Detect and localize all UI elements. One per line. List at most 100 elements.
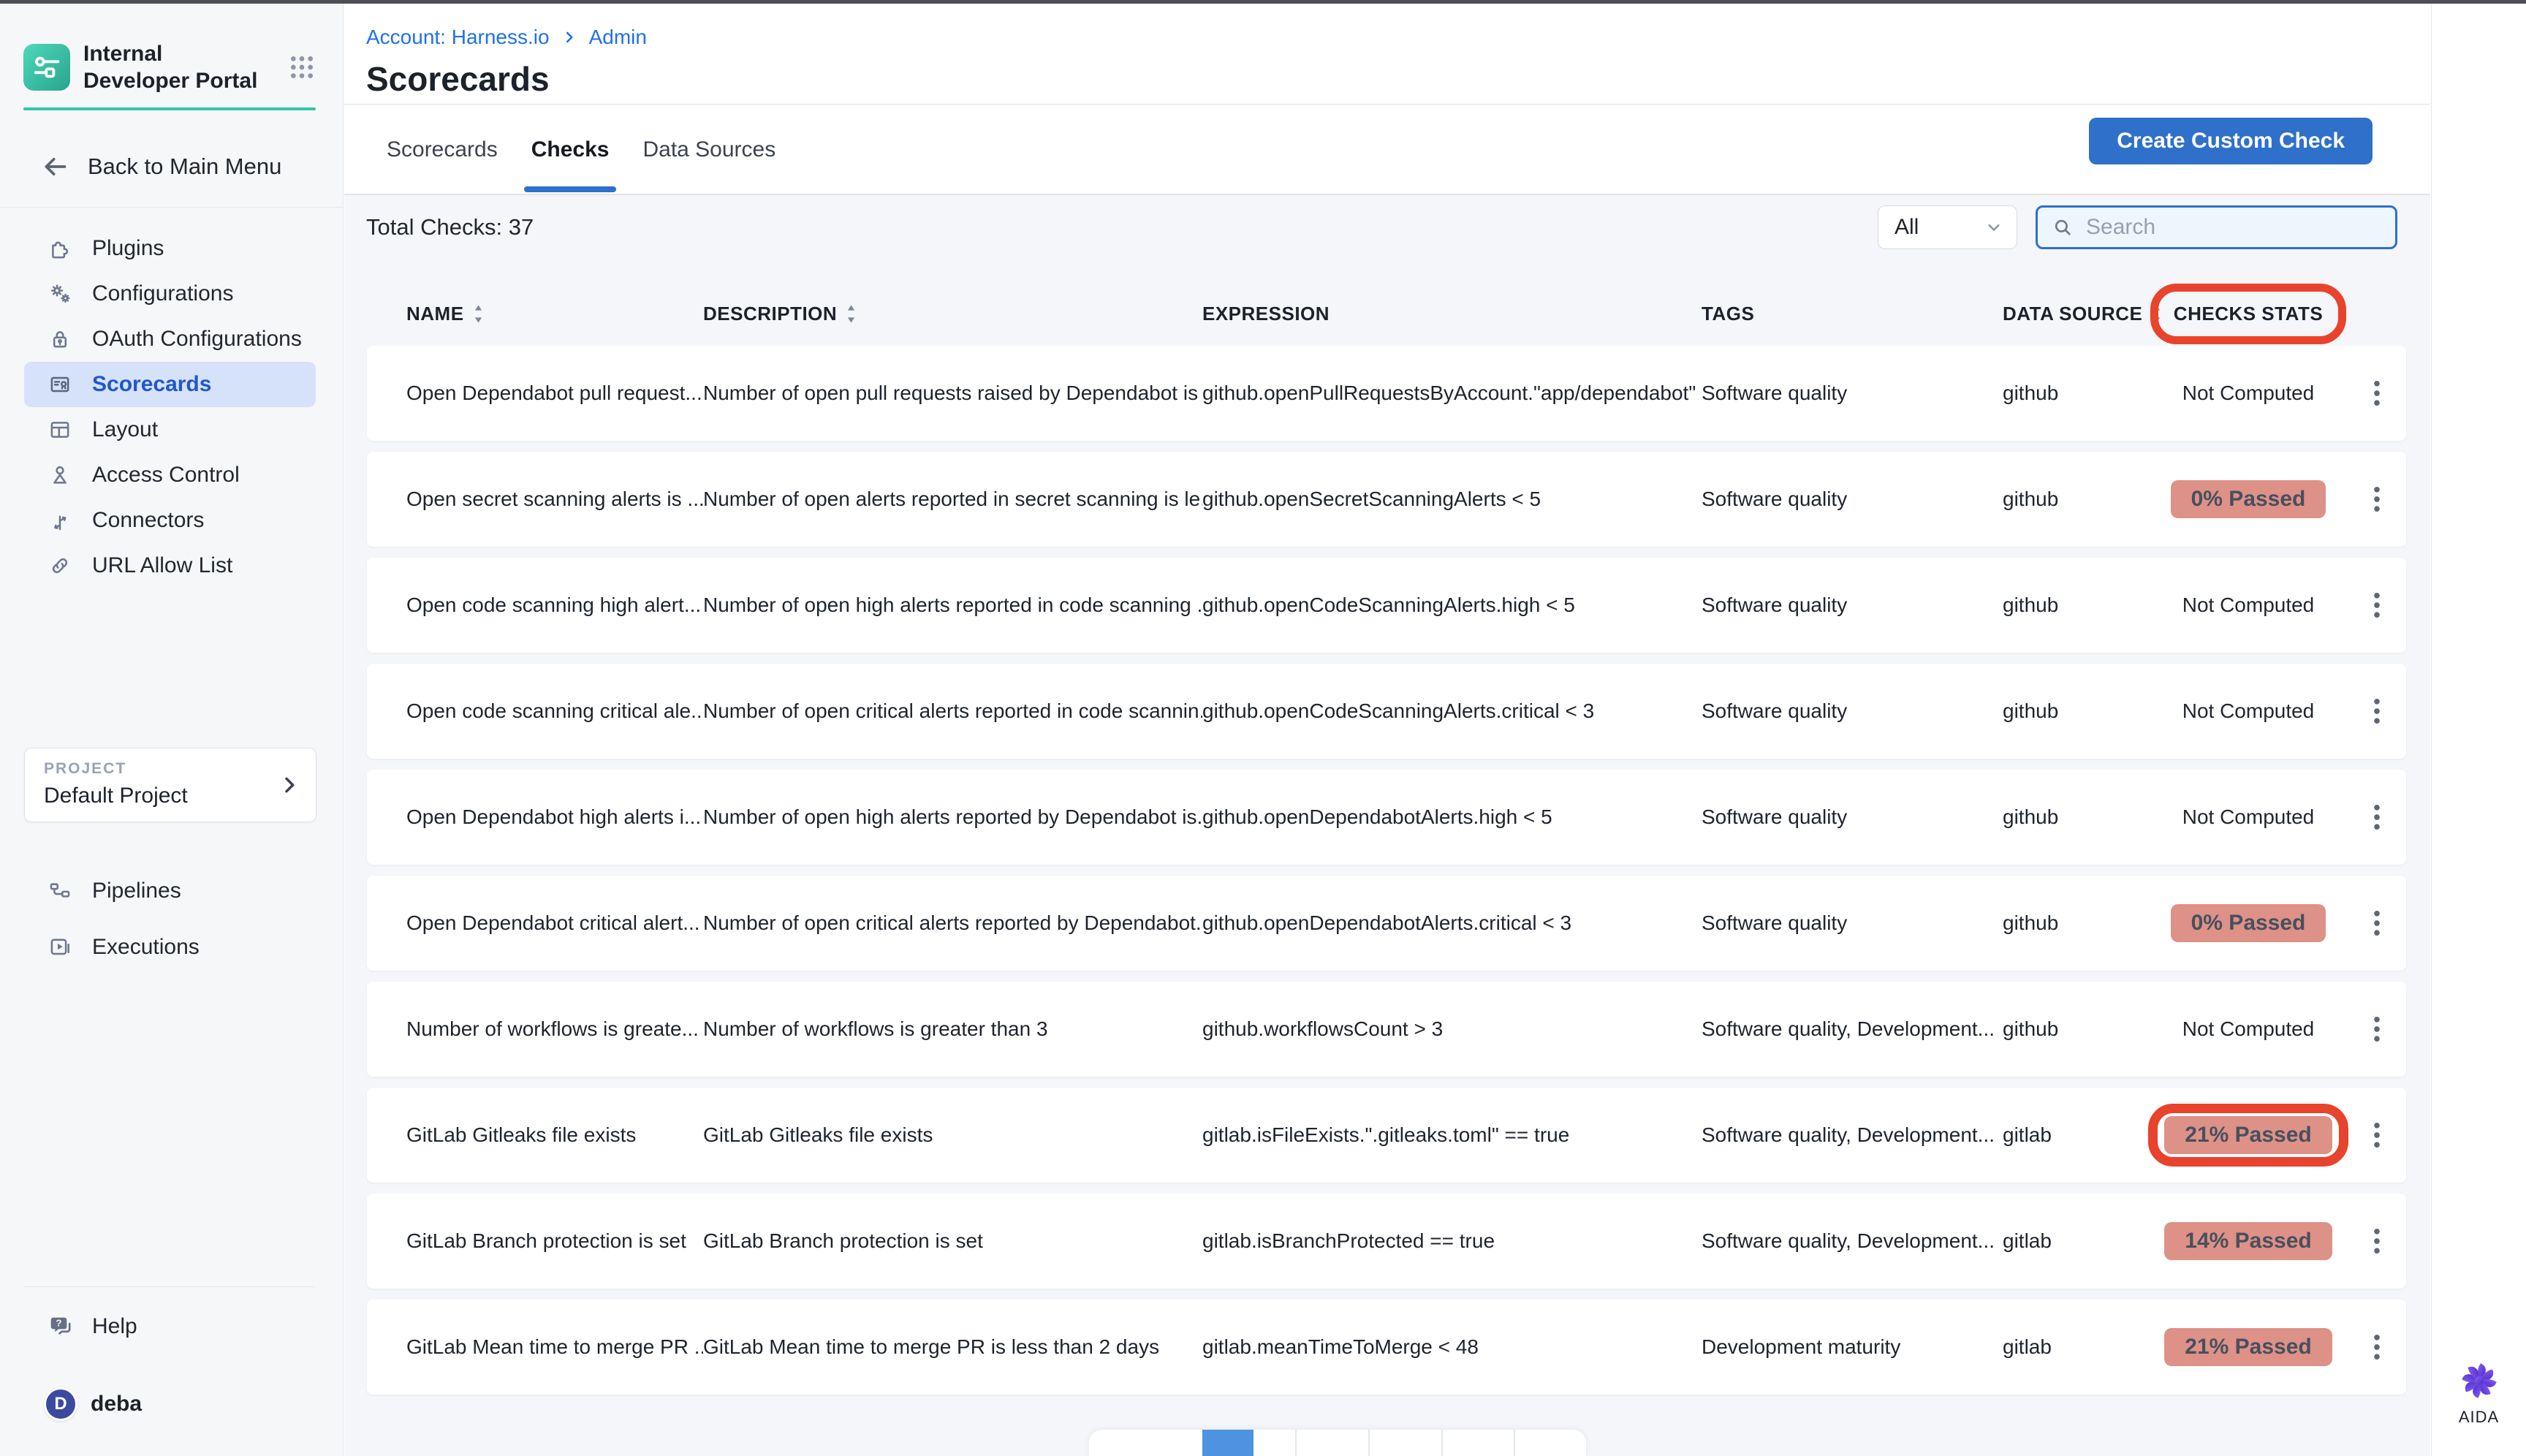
app-grid-icon[interactable] xyxy=(283,48,321,86)
kebab-menu-icon[interactable] xyxy=(2364,695,2390,727)
sidebar-item-url-allow-list[interactable]: URL Allow List xyxy=(24,543,316,588)
table-body: Open Dependabot pull request... Number of… xyxy=(367,346,2406,1406)
sidebar-item-access-control[interactable]: Access Control xyxy=(24,452,316,498)
project-selector[interactable]: PROJECT Default Project xyxy=(24,748,316,822)
table-row[interactable]: Open code scanning high alert...Number o… xyxy=(367,558,2406,653)
table-row[interactable]: Open Dependabot high alerts i...Number o… xyxy=(367,770,2406,865)
sidebar-item-scorecards[interactable]: Scorecards xyxy=(24,362,316,407)
breadcrumb-account-link[interactable]: Account: Harness.io xyxy=(366,26,550,49)
kebab-menu-icon[interactable] xyxy=(2364,377,2390,409)
cell-expression: github.openSecretScanningAlerts < 5 xyxy=(1202,488,1702,511)
tab-scorecards[interactable]: Scorecards xyxy=(387,105,498,194)
tab-data-sources[interactable]: Data Sources xyxy=(642,105,775,194)
help-button[interactable]: ? Help xyxy=(47,1312,137,1341)
sidebar-divider xyxy=(0,207,343,208)
status-text: Not Computed xyxy=(2182,805,2315,828)
cell-name: Open Dependabot high alerts i... xyxy=(367,805,703,829)
back-to-main-menu[interactable]: Back to Main Menu xyxy=(41,152,281,181)
main-panel: Account: Harness.io Admin Scorecards Sco… xyxy=(344,4,2430,1456)
column-label: DESCRIPTION xyxy=(703,303,837,325)
pagination-divider xyxy=(1368,1430,1370,1456)
tab-checks[interactable]: Checks xyxy=(531,105,610,194)
pagination-divider xyxy=(1295,1430,1297,1456)
sort-icon xyxy=(846,304,857,324)
sidebar-item-label: URL Allow List xyxy=(92,553,232,578)
kebab-menu-icon[interactable] xyxy=(2364,1013,2390,1045)
table-row[interactable]: GitLab Gitleaks file existsGitLab Gitlea… xyxy=(367,1088,2406,1183)
search-box xyxy=(2036,205,2397,249)
aida-label: AIDA xyxy=(2459,1408,2499,1427)
link-icon xyxy=(47,553,73,579)
connectors-icon xyxy=(47,507,73,534)
help-chat-icon: ? xyxy=(47,1312,76,1341)
sidebar-item-connectors[interactable]: Connectors xyxy=(24,498,316,543)
sidebar-item-configurations[interactable]: Configurations xyxy=(24,271,316,316)
sidebar-item-executions[interactable]: Executions xyxy=(24,928,316,966)
kebab-menu-icon[interactable] xyxy=(2364,589,2390,621)
cell-expression: github.openDependabotAlerts.critical < 3 xyxy=(1202,911,1702,935)
sidebar-item-label: Access Control xyxy=(92,463,240,488)
kebab-menu-icon[interactable] xyxy=(2364,1225,2390,1257)
pagination-bar xyxy=(1089,1430,1586,1456)
idp-logo-icon xyxy=(23,44,70,91)
cell-expression: github.openPullRequestsByAccount."app/de… xyxy=(1202,382,1702,405)
breadcrumb-admin-link[interactable]: Admin xyxy=(589,26,647,49)
sidebar-item-label: Configurations xyxy=(92,281,233,306)
column-header-name[interactable]: NAME xyxy=(367,303,703,325)
project-name: Default Project xyxy=(44,784,301,808)
table-row[interactable]: GitLab Mean time to merge PR ...GitLab M… xyxy=(367,1300,2406,1395)
cell-expression: github.workflowsCount > 3 xyxy=(1202,1017,1702,1041)
user-menu[interactable]: D deba xyxy=(44,1387,142,1421)
filter-select[interactable]: All xyxy=(1878,205,2017,249)
cell-tags: Software quality xyxy=(1702,805,2003,829)
table-row[interactable]: GitLab Branch protection is setGitLab Br… xyxy=(367,1194,2406,1289)
sidebar-item-label: OAuth Configurations xyxy=(92,327,302,352)
sidebar-item-plugins[interactable]: Plugins xyxy=(24,226,316,271)
cell-checks-stats: Not Computed xyxy=(2149,699,2348,723)
cell-name: Open Dependabot pull request... xyxy=(367,382,703,405)
table-row[interactable]: Open code scanning critical ale...Number… xyxy=(367,664,2406,759)
cell-expression: github.openCodeScanningAlerts.high < 5 xyxy=(1202,594,1702,617)
kebab-menu-icon[interactable] xyxy=(2364,1119,2390,1151)
create-custom-check-button[interactable]: Create Custom Check xyxy=(2089,118,2373,164)
status-text: Not Computed xyxy=(2182,1017,2315,1040)
status-badge: 21% Passed xyxy=(2164,1116,2332,1154)
sidebar-item-oauth-configurations[interactable]: OAuth Configurations xyxy=(24,316,316,362)
app-title: Internal Developer Portal xyxy=(83,40,266,94)
teal-accent-divider xyxy=(23,107,316,110)
column-header-description[interactable]: DESCRIPTION xyxy=(703,303,1202,325)
cell-data-source: github xyxy=(2003,594,2149,617)
kebab-menu-icon[interactable] xyxy=(2364,907,2390,939)
cell-data-source: github xyxy=(2003,488,2149,511)
table-row[interactable]: Open Dependabot critical alert...Number … xyxy=(367,876,2406,971)
pagination-divider xyxy=(1514,1430,1515,1456)
search-input[interactable] xyxy=(2086,215,2382,240)
table-row[interactable]: Open secret scanning alerts is ...Number… xyxy=(367,452,2406,547)
content-area: Total Checks: 37 All NAMEDESCRIPTIONEXPR… xyxy=(344,195,2430,1456)
cell-data-source: gitlab xyxy=(2003,1123,2149,1147)
kebab-menu-icon[interactable] xyxy=(2364,483,2390,515)
cell-tags: Software quality, Development... xyxy=(1702,1123,2003,1147)
sidebar-item-layout[interactable]: Layout xyxy=(24,407,316,452)
column-header-data-source[interactable]: DATA SOURCE xyxy=(2003,303,2149,325)
page-title: Scorecards xyxy=(366,59,550,99)
sidebar-item-pipelines[interactable]: Pipelines xyxy=(24,872,316,910)
cell-checks-stats: Not Computed xyxy=(2149,1017,2348,1041)
cell-description: Number of open critical alerts reported … xyxy=(703,911,1202,935)
cell-tags: Software quality, Development... xyxy=(1702,1017,2003,1041)
kebab-menu-icon[interactable] xyxy=(2364,1331,2390,1363)
breadcrumb: Account: Harness.io Admin xyxy=(366,26,647,49)
aida-assistant-button[interactable]: AIDA xyxy=(2432,1360,2526,1427)
column-label: TAGS xyxy=(1702,303,1754,325)
chevron-down-icon xyxy=(1983,216,2005,238)
cell-name: Number of workflows is greate... xyxy=(367,1017,703,1041)
cell-description: Number of open alerts reported in secret… xyxy=(703,488,1202,511)
sidebar-nav: Plugins Configurations OAuth Configuration… xyxy=(0,226,343,588)
chevron-right-icon xyxy=(278,773,301,797)
pagination-active-page[interactable] xyxy=(1202,1430,1253,1456)
sidebar-item-label: Scorecards xyxy=(92,372,211,397)
cell-checks-stats: 21% Passed xyxy=(2149,1328,2348,1366)
table-row[interactable]: Number of workflows is greate...Number o… xyxy=(367,982,2406,1077)
table-row[interactable]: Open Dependabot pull request...Number of… xyxy=(367,346,2406,441)
kebab-menu-icon[interactable] xyxy=(2364,801,2390,833)
